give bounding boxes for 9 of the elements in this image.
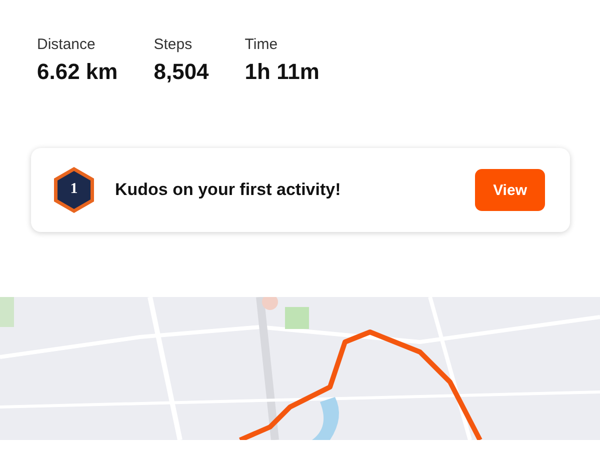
badge-icon: 1 [51,165,97,215]
stat-value: 8,504 [154,59,209,85]
stat-value: 6.62 km [37,59,118,85]
stat-label: Distance [37,36,96,53]
stat-value: 1h 11m [244,59,320,85]
kudos-message: Kudos on your first activity! [115,180,342,200]
stat-label: Time [244,36,279,53]
view-button[interactable]: View [475,169,545,211]
stat-label: Steps [154,36,194,53]
